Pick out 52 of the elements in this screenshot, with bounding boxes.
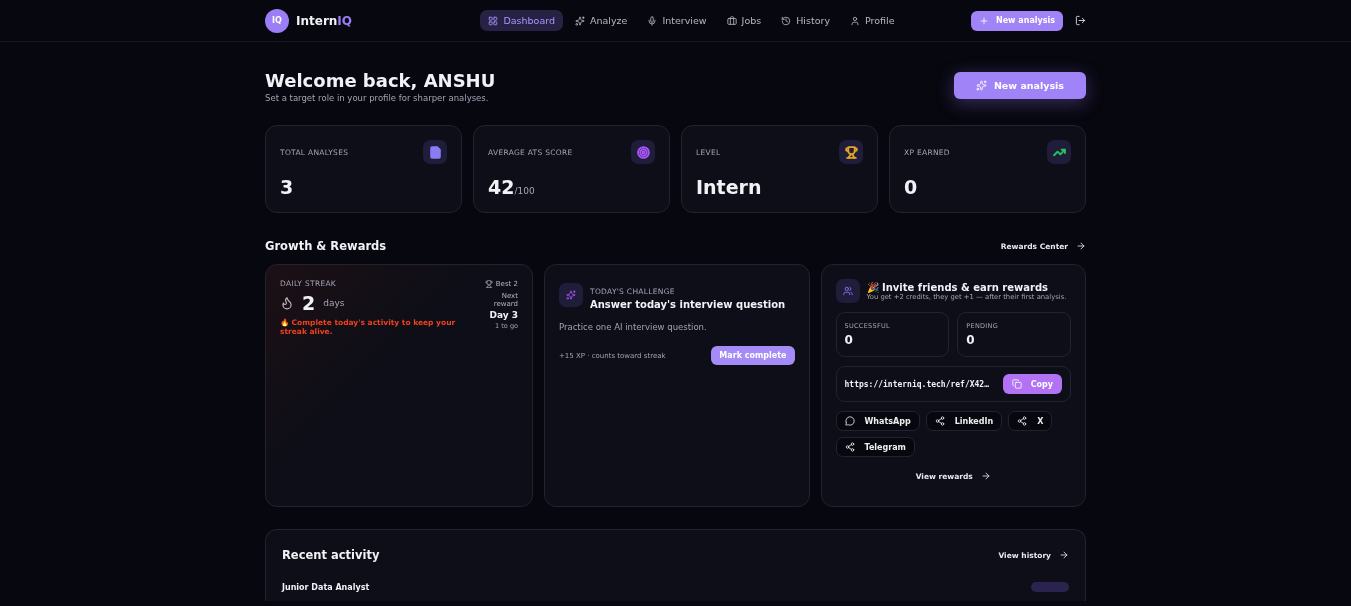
sparkles-icon [975,80,987,91]
nav-tab[interactable]: Profile [842,10,903,31]
referral-link-field[interactable]: https://interniq.tech/ref/X42… Copy [835,366,1071,402]
share-icon [1017,416,1028,426]
share-button[interactable]: WhatsApp [835,411,920,431]
chat-bubble-icon [844,416,855,426]
share-button[interactable]: Telegram [835,437,915,457]
share-icon [934,416,945,426]
streak-unit: days [323,298,345,308]
section-title: Growth & Rewards [265,239,387,253]
user-icon [850,15,860,26]
stat-value: 3 [280,176,295,198]
challenge-title: Answer today's interview question [590,299,786,310]
referral-stat-value: 0 [844,333,854,347]
copy-icon [1011,379,1022,389]
stat-value: 0 [904,176,919,198]
referral-stat-value: 0 [966,333,976,347]
trophy-icon [484,279,493,288]
users-icon [842,286,853,296]
activity-title: Junior Data Analyst [282,582,370,592]
share-button[interactable]: LinkedIn [925,411,1003,431]
share-button[interactable]: X [1008,411,1053,431]
logo-mark: IQ [265,8,289,33]
microphone-icon [647,15,658,26]
brand-name: InternIQ [296,13,352,28]
briefcase-icon [726,15,737,26]
stat-value: 42/100 [488,176,536,198]
score-pill [1031,582,1069,592]
arrow-right-icon [1076,241,1086,251]
nav-tab[interactable]: Jobs [718,10,770,31]
stat-value: Intern [696,176,763,198]
nav-tab[interactable]: Interview [639,10,715,31]
nav-tab[interactable]: History [773,10,838,31]
nav-tab[interactable]: Analyze [567,10,636,31]
grid-icon [488,15,499,26]
welcome-subtitle: Set a target role in your profile for sharper analyses. [265,93,490,103]
welcome-title: Welcome back, ANSHU [265,70,496,91]
next-reward-day: Day 3 [489,310,518,320]
recent-activity-title: Recent activity [282,548,380,562]
invite-title: 🎉 Invite friends & earn rewards [866,282,1049,293]
sparkles-icon [566,289,576,300]
streak-count: 2 [302,292,316,314]
challenge-text: Practice one AI interview question. [559,322,708,332]
logout-icon[interactable] [1075,15,1086,26]
sparkles-icon [575,15,585,26]
arrow-right-icon [980,471,991,481]
plus-icon [979,15,989,26]
nav-tab[interactable]: Dashboard [480,10,563,31]
arrow-right-icon [1059,550,1069,560]
share-icon [844,442,855,452]
history-icon [781,15,792,26]
flame-icon [280,296,294,310]
